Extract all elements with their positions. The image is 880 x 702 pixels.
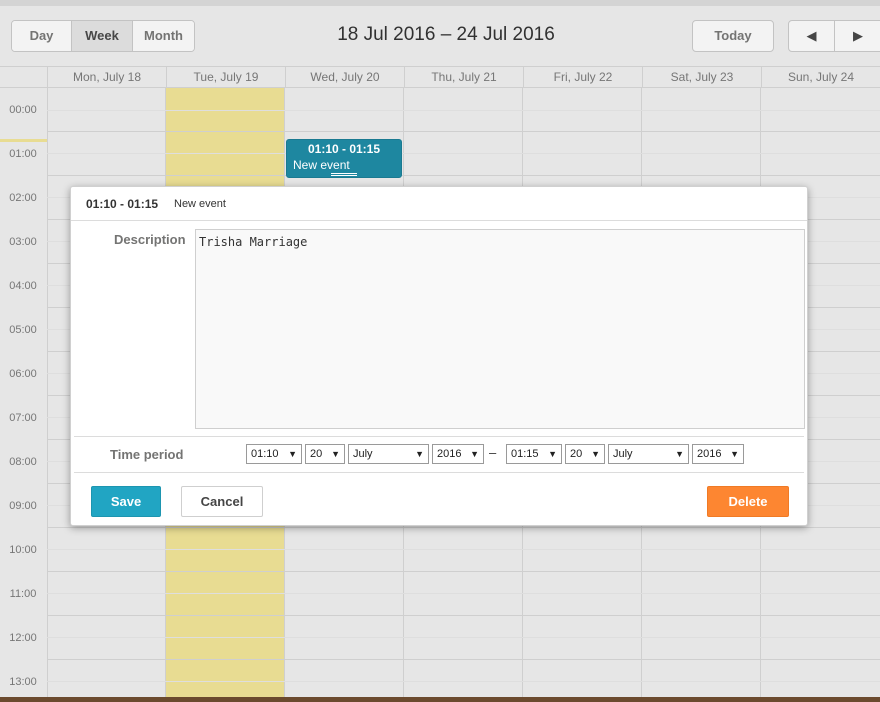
tab-day[interactable]: Day xyxy=(12,21,72,51)
date-navigation: ◀ ▶ xyxy=(788,20,880,52)
hour-line xyxy=(47,131,880,132)
hour-label: 07:00 xyxy=(9,412,37,424)
description-textarea[interactable] xyxy=(195,229,805,429)
prev-arrow-icon[interactable]: ◀ xyxy=(789,21,836,51)
taskbar-edge xyxy=(0,697,880,702)
today-button[interactable]: Today xyxy=(692,20,774,52)
chevron-down-icon: ▼ xyxy=(591,449,600,459)
dialog-header: 01:10 - 01:15 New event xyxy=(71,187,807,221)
day-header-wed[interactable]: Wed, July 20 xyxy=(285,67,404,87)
end-time-select[interactable]: 01:15 ▼ xyxy=(506,444,562,464)
date-range-title: 18 Jul 2016 – 24 Jul 2016 xyxy=(337,24,555,45)
hour-label: 09:00 xyxy=(9,500,37,512)
hour-line xyxy=(47,571,880,572)
dialog-header-title: New event xyxy=(174,198,226,210)
event-editor-dialog: 01:10 - 01:15 New event Description Time… xyxy=(70,186,808,526)
start-month-value: July xyxy=(353,448,373,460)
hour-label: 05:00 xyxy=(9,324,37,336)
hour-label: 04:00 xyxy=(9,280,37,292)
start-year-value: 2016 xyxy=(437,448,462,460)
chevron-down-icon: ▼ xyxy=(470,449,479,459)
end-year-value: 2016 xyxy=(697,448,722,460)
half-hour-line xyxy=(47,681,880,682)
day-header-thu[interactable]: Thu, July 21 xyxy=(404,67,523,87)
start-time-select[interactable]: 01:10 ▼ xyxy=(246,444,302,464)
event-resize-handle[interactable] xyxy=(331,173,357,176)
hour-label: 10:00 xyxy=(9,544,37,556)
day-header-tue[interactable]: Tue, July 19 xyxy=(166,67,285,87)
start-day-select[interactable]: 20 ▼ xyxy=(305,444,345,464)
start-year-select[interactable]: 2016 ▼ xyxy=(432,444,484,464)
chevron-down-icon: ▼ xyxy=(288,449,297,459)
day-header-mon[interactable]: Mon, July 18 xyxy=(47,67,166,87)
save-button[interactable]: Save xyxy=(91,486,161,517)
top-strip xyxy=(0,0,880,6)
half-hour-line xyxy=(47,637,880,638)
hour-label: 13:00 xyxy=(9,676,37,688)
delete-button[interactable]: Delete xyxy=(707,486,789,517)
chevron-down-icon: ▼ xyxy=(331,449,340,459)
divider xyxy=(74,472,804,473)
hour-line xyxy=(47,175,880,176)
half-hour-line xyxy=(47,110,880,111)
half-hour-line xyxy=(47,549,880,550)
description-label: Description xyxy=(114,232,186,247)
chevron-down-icon: ▼ xyxy=(415,449,424,459)
tab-month[interactable]: Month xyxy=(133,21,194,51)
calendar-event[interactable]: 01:10 - 01:15 New event xyxy=(286,139,402,178)
dialog-header-time: 01:10 - 01:15 xyxy=(86,197,159,211)
view-switcher: Day Week Month xyxy=(11,20,195,52)
end-day-value: 20 xyxy=(570,448,583,460)
chevron-down-icon: ▼ xyxy=(548,449,557,459)
start-time-value: 01:10 xyxy=(251,448,279,460)
day-header-sun[interactable]: Sun, July 24 xyxy=(761,67,880,87)
end-time-value: 01:15 xyxy=(511,448,539,460)
end-year-select[interactable]: 2016 ▼ xyxy=(692,444,744,464)
day-header-fri[interactable]: Fri, July 22 xyxy=(523,67,642,87)
cancel-button[interactable]: Cancel xyxy=(181,486,263,517)
time-period-label: Time period xyxy=(110,447,184,462)
hour-label: 12:00 xyxy=(9,632,37,644)
period-separator: – xyxy=(489,445,497,460)
hour-label: 06:00 xyxy=(9,368,37,380)
end-day-select[interactable]: 20 ▼ xyxy=(565,444,605,464)
hour-label: 02:00 xyxy=(9,192,37,204)
hour-label: 11:00 xyxy=(9,588,37,600)
end-month-select[interactable]: July ▼ xyxy=(608,444,689,464)
hour-label: 01:00 xyxy=(9,148,37,160)
day-header-sat[interactable]: Sat, July 23 xyxy=(642,67,761,87)
chevron-down-icon: ▼ xyxy=(675,449,684,459)
hour-line xyxy=(47,527,880,528)
hour-label: 08:00 xyxy=(9,456,37,468)
hour-line xyxy=(47,659,880,660)
tab-week[interactable]: Week xyxy=(72,21,133,51)
current-time-marker xyxy=(0,139,47,142)
end-month-value: July xyxy=(613,448,633,460)
half-hour-line xyxy=(47,153,880,154)
day-header-row: Mon, July 18 Tue, July 19 Wed, July 20 T… xyxy=(0,66,880,88)
event-time: 01:10 - 01:15 xyxy=(307,142,381,156)
hour-label: 03:00 xyxy=(9,236,37,248)
half-hour-line xyxy=(47,593,880,594)
start-day-value: 20 xyxy=(310,448,323,460)
start-month-select[interactable]: July ▼ xyxy=(348,444,429,464)
event-title: New event xyxy=(293,158,350,172)
hour-line xyxy=(47,615,880,616)
next-arrow-icon[interactable]: ▶ xyxy=(835,21,880,51)
hour-label: 00:00 xyxy=(9,104,37,116)
divider xyxy=(74,436,804,437)
chevron-down-icon: ▼ xyxy=(730,449,739,459)
